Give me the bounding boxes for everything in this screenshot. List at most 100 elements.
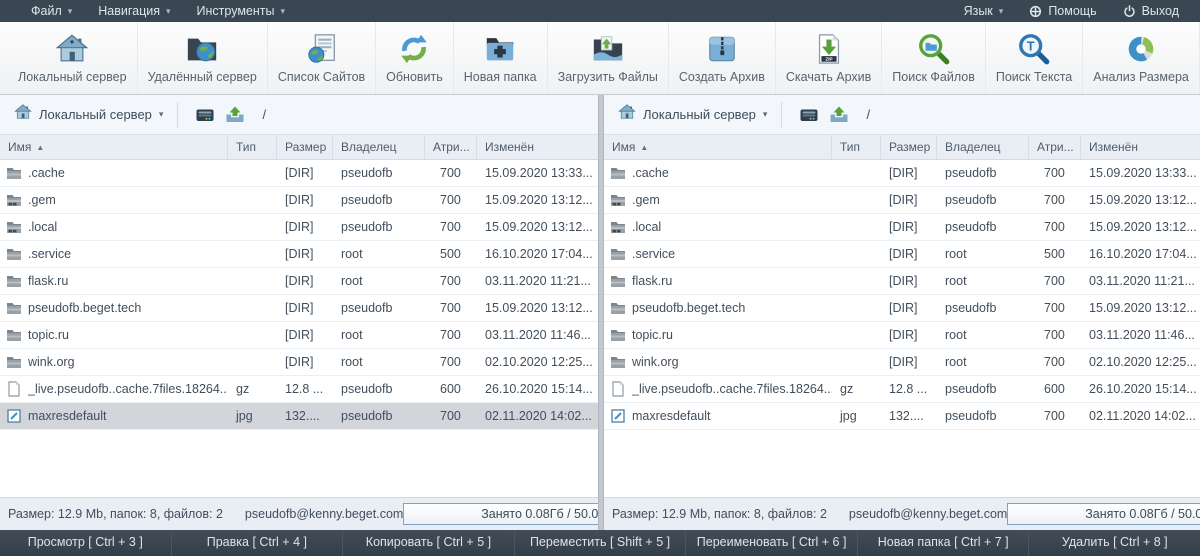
file-size: [DIR] [881, 328, 937, 342]
column-header-attributes[interactable]: Атри... [425, 135, 477, 159]
bottom-edit[interactable]: Правка [ Ctrl + 4 ] [172, 530, 344, 556]
file-row[interactable]: maxresdefaultjpg132....pseudofb70002.11.… [0, 403, 598, 430]
bottom-new-folder[interactable]: Новая папка [ Ctrl + 7 ] [858, 530, 1030, 556]
file-owner: root [937, 247, 1029, 261]
column-header-modified[interactable]: Изменён [477, 135, 598, 159]
menu-help[interactable]: Помощь [1016, 0, 1109, 22]
file-modified: 15.09.2020 13:33... [477, 166, 598, 180]
file-row[interactable]: .local[DIR]pseudofb70015.09.2020 13:12..… [0, 214, 598, 241]
file-row[interactable]: topic.ru[DIR]root70003.11.2020 11:46... [0, 322, 598, 349]
column-header-type[interactable]: Тип [228, 135, 277, 159]
column-header-label: Имя [8, 140, 31, 154]
current-path[interactable]: / [262, 107, 266, 122]
account-label: pseudofb@kenny.beget.com [849, 507, 1007, 521]
file-row[interactable]: pseudofb.beget.tech[DIR]pseudofb70015.09… [604, 295, 1200, 322]
file-row[interactable]: .service[DIR]root50016.10.2020 17:04... [0, 241, 598, 268]
column-header-size[interactable]: Размер [881, 135, 937, 159]
file-name: wink.org [28, 355, 228, 369]
folder-icon [604, 300, 632, 316]
column-header-name[interactable]: Имя▲ [604, 135, 832, 159]
file-row[interactable]: flask.ru[DIR]root70003.11.2020 11:21... [0, 268, 598, 295]
file-name: maxresdefault [632, 409, 832, 423]
file-owner: pseudofb [333, 166, 425, 180]
toolbar-button-label: Поиск Файлов [892, 70, 975, 84]
file-row[interactable]: pseudofb.beget.tech[DIR]pseudofb70015.09… [0, 295, 598, 322]
file-icon [604, 381, 632, 397]
file-row[interactable]: .local[DIR]pseudofb70015.09.2020 13:12..… [604, 214, 1200, 241]
column-header-size[interactable]: Размер [277, 135, 333, 159]
file-row[interactable]: _live.pseudofb..cache.7files.18264...gz1… [604, 376, 1200, 403]
toolbar-search-files[interactable]: Поиск Файлов [882, 22, 986, 94]
file-owner: pseudofb [937, 382, 1029, 396]
svg-text:T: T [1027, 38, 1035, 53]
file-row[interactable]: .gem[DIR]pseudofb70015.09.2020 13:12... [604, 187, 1200, 214]
toolbar-download-archive[interactable]: ZIPСкачать Архив [776, 22, 882, 94]
toolbar-local-server[interactable]: Локальный сервер [8, 22, 138, 94]
toolbar-search-text[interactable]: TПоиск Текста [986, 22, 1083, 94]
up-directory-button[interactable] [824, 101, 854, 129]
toolbar-button-label: Список Сайтов [278, 70, 365, 84]
toolbar-button-label: Обновить [386, 70, 443, 84]
bottom-view[interactable]: Просмотр [ Ctrl + 3 ] [0, 530, 172, 556]
file-row[interactable]: topic.ru[DIR]root70003.11.2020 11:46... [604, 322, 1200, 349]
column-header-type[interactable]: Тип [832, 135, 881, 159]
toolbar-size-analysis[interactable]: Анализ Размера [1083, 22, 1200, 94]
toolbar: Локальный серверУдалённый сервер Список С… [0, 22, 1200, 95]
toolbar-new-folder[interactable]: Новая папка [454, 22, 548, 94]
server-select-label: Локальный сервер [643, 107, 756, 122]
file-name: _live.pseudofb..cache.7files.18264... [632, 382, 832, 396]
file-row[interactable]: .cache[DIR]pseudofb70015.09.2020 13:33..… [0, 160, 598, 187]
folder-icon [604, 165, 632, 181]
toolbar-remote-server[interactable]: Удалённый сервер [138, 22, 268, 94]
menu-language[interactable]: Язык▾ [951, 0, 1017, 22]
bottom-copy[interactable]: Копировать [ Ctrl + 5 ] [343, 530, 515, 556]
file-owner: pseudofb [937, 166, 1029, 180]
file-name: .service [632, 247, 832, 261]
power-icon [1123, 5, 1136, 18]
menu-exit[interactable]: Выход [1110, 0, 1192, 22]
server-select-dropdown[interactable]: Локальный сервер ▾ [614, 101, 771, 128]
column-header-label: Владелец [945, 140, 1001, 154]
file-panel-right: Локальный сервер ▾ / Имя▲ТипРазмер Владел… [604, 95, 1200, 530]
toolbar-site-list[interactable]: Список Сайтов [268, 22, 376, 94]
file-row[interactable]: _live.pseudofb..cache.7files.18264...gz1… [0, 376, 598, 403]
column-header-modified[interactable]: Изменён [1081, 135, 1200, 159]
up-directory-button[interactable] [220, 101, 250, 129]
file-modified: 03.11.2020 11:21... [1081, 274, 1200, 288]
file-owner: root [937, 355, 1029, 369]
toolbar-create-archive[interactable]: Создать Архив [669, 22, 776, 94]
disk-info-button[interactable] [190, 101, 220, 129]
column-header-attributes[interactable]: Атри... [1029, 135, 1081, 159]
divider [177, 102, 178, 128]
file-row[interactable]: flask.ru[DIR]root70003.11.2020 11:21... [604, 268, 1200, 295]
file-row[interactable]: maxresdefaultjpg132....pseudofb70002.11.… [604, 403, 1200, 430]
file-attributes: 700 [425, 328, 477, 342]
bottom-delete[interactable]: Удалить [ Ctrl + 8 ] [1029, 530, 1200, 556]
menu-file[interactable]: Файл▾ [18, 0, 85, 22]
column-header-name[interactable]: Имя ▲ [0, 135, 228, 159]
menu-tools[interactable]: Инструменты▾ [184, 0, 298, 22]
file-row[interactable]: wink.org[DIR]root70002.10.2020 12:25... [604, 349, 1200, 376]
toolbar-upload-files[interactable]: Загрузить Файлы [548, 22, 669, 94]
sort-ascending-icon: ▲ [36, 143, 44, 152]
disk-info-button[interactable] [794, 101, 824, 129]
server-select-label: Локальный сервер [39, 107, 152, 122]
toolbar-refresh[interactable]: Обновить [376, 22, 454, 94]
menu-navigation[interactable]: Навигация▾ [85, 0, 183, 22]
file-row[interactable]: .gem[DIR]pseudofb70015.09.2020 13:12... [0, 187, 598, 214]
file-row[interactable]: .service[DIR]root50016.10.2020 17:04... [604, 241, 1200, 268]
chevron-down-icon: ▾ [166, 6, 171, 17]
file-row[interactable]: wink.org[DIR]root70002.10.2020 12:25... [0, 349, 598, 376]
chevron-down-icon: ▾ [281, 6, 286, 17]
server-select-dropdown[interactable]: Локальный сервер ▾ [10, 101, 167, 128]
column-header-owner[interactable]: Владелец [333, 135, 425, 159]
column-header-label: Владелец [341, 140, 397, 154]
file-row[interactable]: .cache[DIR]pseudofb70015.09.2020 13:33..… [604, 160, 1200, 187]
file-attributes: 700 [1029, 355, 1081, 369]
bottom-rename[interactable]: Переименовать [ Ctrl + 6 ] [686, 530, 858, 556]
column-header-owner[interactable]: Владелец [937, 135, 1029, 159]
current-path[interactable]: / [866, 107, 870, 122]
bottom-move[interactable]: Переместить [ Shift + 5 ] [515, 530, 687, 556]
file-attributes: 700 [425, 355, 477, 369]
menu-item-label: Помощь [1048, 4, 1096, 18]
